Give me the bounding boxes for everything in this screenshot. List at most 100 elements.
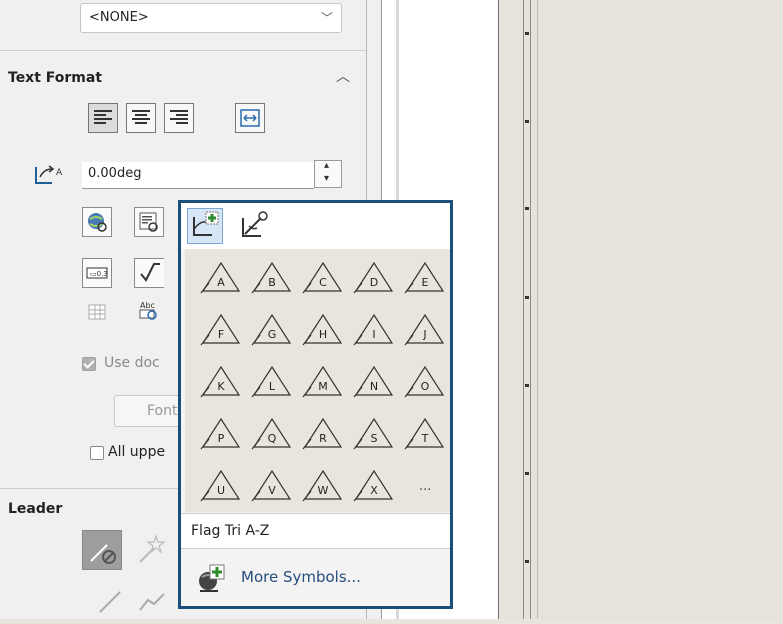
symbol-letter: D xyxy=(369,276,379,289)
edit-symbol-button[interactable] xyxy=(237,208,273,244)
symbol-letter: H xyxy=(318,328,328,341)
symbol-library-name: Flag Tri A-Z xyxy=(181,513,450,549)
insert-hyperlink-button[interactable] xyxy=(82,207,112,237)
sheet-border-line xyxy=(537,0,538,619)
fit-text-button[interactable] xyxy=(235,103,265,133)
angle-spinner[interactable]: ▴ ▾ xyxy=(314,160,342,188)
align-left-button[interactable] xyxy=(88,103,118,133)
add-symbol-icon xyxy=(193,211,219,236)
flag-triangle-symbol[interactable]: B xyxy=(250,257,294,297)
collapse-icon[interactable]: ︿ xyxy=(336,66,350,86)
zone-tick xyxy=(525,560,529,563)
surface-finish-button[interactable] xyxy=(134,258,164,288)
flag-triangle-symbol[interactable]: J xyxy=(403,309,447,349)
zone-tick xyxy=(525,207,529,210)
align-center-button[interactable] xyxy=(126,103,156,133)
flag-triangle-symbol[interactable]: U xyxy=(199,465,243,505)
symbol-letter: F xyxy=(217,328,225,341)
layer-combo[interactable]: <NONE> ﹀ xyxy=(80,3,342,33)
angle-icon: A xyxy=(35,165,63,184)
abc-link-icon: Abc xyxy=(139,301,157,320)
align-left-icon xyxy=(94,110,112,124)
straight-leader-button[interactable] xyxy=(92,580,132,620)
align-center-icon xyxy=(132,110,150,124)
symbol-library-popup: A B C D E F G H I J K L M N O P Q R S T U V W X ... Flag Tri A-… xyxy=(178,200,453,609)
stack-note-button[interactable]: ▭0.3 xyxy=(82,258,112,288)
angle-input[interactable]: 0.00deg xyxy=(82,162,314,189)
more-symbols-icon xyxy=(199,564,225,592)
table-note-button[interactable] xyxy=(82,296,112,326)
flag-triangle-symbol[interactable]: I xyxy=(352,309,396,349)
text-format-title: Text Format xyxy=(8,70,103,86)
svg-text:▭0.3: ▭0.3 xyxy=(90,270,108,278)
symbol-letter: U xyxy=(216,484,226,497)
more-symbols-button[interactable]: More Symbols... xyxy=(181,553,450,605)
fit-text-icon xyxy=(240,109,260,127)
flag-triangle-symbol[interactable]: N xyxy=(352,361,396,401)
more-symbols-ellipsis[interactable]: ... xyxy=(419,479,431,494)
table-icon xyxy=(88,304,106,320)
symbol-letter: P xyxy=(217,432,225,445)
svg-text:A: A xyxy=(56,168,63,178)
no-leader-button[interactable] xyxy=(82,530,122,570)
spin-up-icon[interactable]: ▴ xyxy=(324,160,329,171)
flag-triangle-symbol[interactable]: O xyxy=(403,361,447,401)
flag-triangle-symbol[interactable]: X xyxy=(352,465,396,505)
linked-text-button[interactable]: Abc xyxy=(134,296,164,326)
flag-triangle-symbol[interactable]: L xyxy=(250,361,294,401)
bent-leader-icon xyxy=(139,593,165,611)
align-right-button[interactable] xyxy=(164,103,194,133)
use-document-font-checkbox[interactable] xyxy=(82,357,96,371)
symbol-letter: L xyxy=(268,380,276,393)
add-symbol-button[interactable] xyxy=(187,208,223,244)
flag-triangle-symbol[interactable]: H xyxy=(301,309,345,349)
chevron-down-icon: ﹀ xyxy=(320,11,333,25)
all-uppercase-checkbox[interactable] xyxy=(90,446,104,460)
angle-value: 0.00deg xyxy=(88,166,142,181)
symbol-letter: J xyxy=(423,328,427,341)
symbol-letter: N xyxy=(369,380,379,393)
flag-triangle-symbol[interactable]: T xyxy=(403,413,447,453)
flag-triangle-symbol[interactable]: A xyxy=(199,257,243,297)
link-property-icon xyxy=(139,212,158,232)
svg-text:Abc: Abc xyxy=(140,301,155,310)
flag-triangle-symbol[interactable]: C xyxy=(301,257,345,297)
library-name-label: Flag Tri A-Z xyxy=(191,523,270,539)
zone-tick xyxy=(525,384,529,387)
flag-triangle-symbol[interactable]: Q xyxy=(250,413,294,453)
flag-triangle-symbol[interactable]: K xyxy=(199,361,243,401)
flag-triangle-symbol[interactable]: G xyxy=(250,309,294,349)
flag-triangle-symbol[interactable]: R xyxy=(301,413,345,453)
more-symbols-label: More Symbols... xyxy=(241,568,361,586)
section-divider xyxy=(0,50,366,51)
bent-leader-button[interactable] xyxy=(134,580,174,620)
flag-triangle-symbol[interactable]: P xyxy=(199,413,243,453)
use-document-font-label: Use doc xyxy=(104,355,160,371)
leader-title: Leader xyxy=(8,501,63,517)
layer-combo-value: <NONE> xyxy=(89,10,149,25)
flag-triangle-symbol[interactable]: D xyxy=(352,257,396,297)
no-leader-icon xyxy=(90,544,116,564)
flag-triangle-symbol[interactable]: V xyxy=(250,465,294,505)
symbol-letter: G xyxy=(267,328,277,341)
surface-finish-icon xyxy=(140,263,160,282)
auto-leader-button[interactable] xyxy=(134,530,174,570)
link-property-button[interactable] xyxy=(134,207,164,237)
flag-triangle-symbol[interactable]: S xyxy=(352,413,396,453)
all-uppercase-label: All uppe xyxy=(108,444,166,460)
flag-triangle-symbol[interactable]: W xyxy=(301,465,345,505)
zone-tick xyxy=(525,472,529,475)
spin-down-icon[interactable]: ▾ xyxy=(324,173,329,184)
symbol-letter: X xyxy=(370,484,378,497)
flag-triangle-symbol[interactable]: M xyxy=(301,361,345,401)
sheet-border-line xyxy=(530,0,531,619)
drawing-canvas[interactable] xyxy=(499,0,783,619)
straight-leader-icon xyxy=(99,591,121,613)
flag-triangle-symbol[interactable]: E xyxy=(403,257,447,297)
symbol-letter: S xyxy=(370,432,378,445)
zone-tick xyxy=(525,32,529,35)
symbol-letter: T xyxy=(421,432,429,445)
flag-triangle-symbol[interactable]: F xyxy=(199,309,243,349)
symbol-letter: Q xyxy=(267,432,277,445)
stack-icon: ▭0.3 xyxy=(86,267,108,279)
